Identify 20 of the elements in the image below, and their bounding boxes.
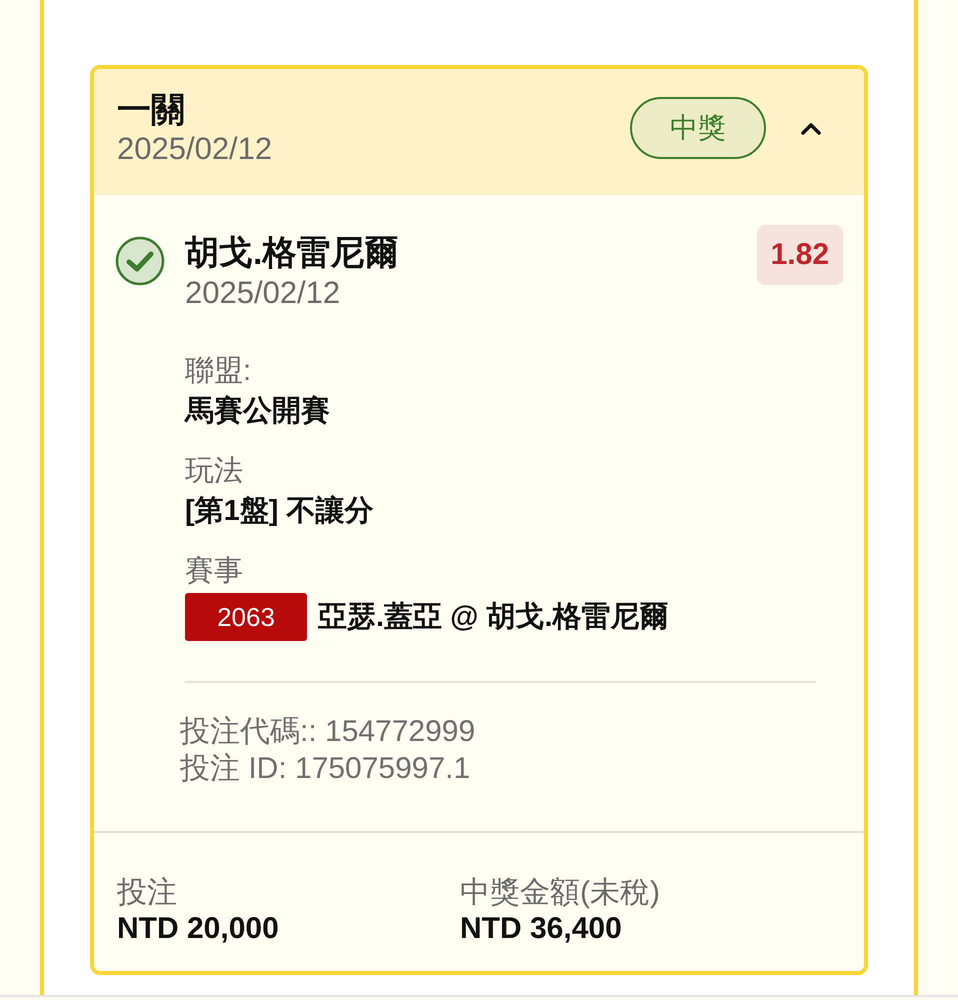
- detail-label: 賽事: [185, 554, 244, 589]
- selection-name: 胡戈.格雷尼爾: [185, 233, 400, 274]
- bet-reference: 投注 ID: 175075997.1: [180, 751, 472, 787]
- total-amount: NTD 36,400: [460, 911, 623, 947]
- detail-value: 馬賽公開賽: [185, 394, 331, 429]
- detail-label: 玩法: [185, 454, 244, 489]
- status-badge: 中獎: [630, 97, 766, 159]
- match-code-tag: 2063: [185, 593, 307, 641]
- bet-type-title: 一關: [117, 90, 186, 131]
- total-label: 投注: [117, 875, 178, 911]
- bet-reference: 投注代碼:: 154772999: [180, 714, 476, 750]
- total-amount: NTD 20,000: [117, 911, 280, 947]
- total-label: 中獎金額(未稅): [460, 875, 661, 911]
- selection-date: 2025/02/12: [185, 275, 342, 311]
- bet-date: 2025/02/12: [117, 131, 274, 167]
- detail-value: [第1盤] 不讓分: [185, 494, 374, 529]
- detail-label: 聯盟:: [185, 354, 252, 389]
- odds-badge: 1.82: [756, 225, 843, 285]
- match-teams: 亞瑟.蓋亞 @ 胡戈.格雷尼爾: [318, 600, 669, 635]
- caret-icon: [800, 121, 822, 135]
